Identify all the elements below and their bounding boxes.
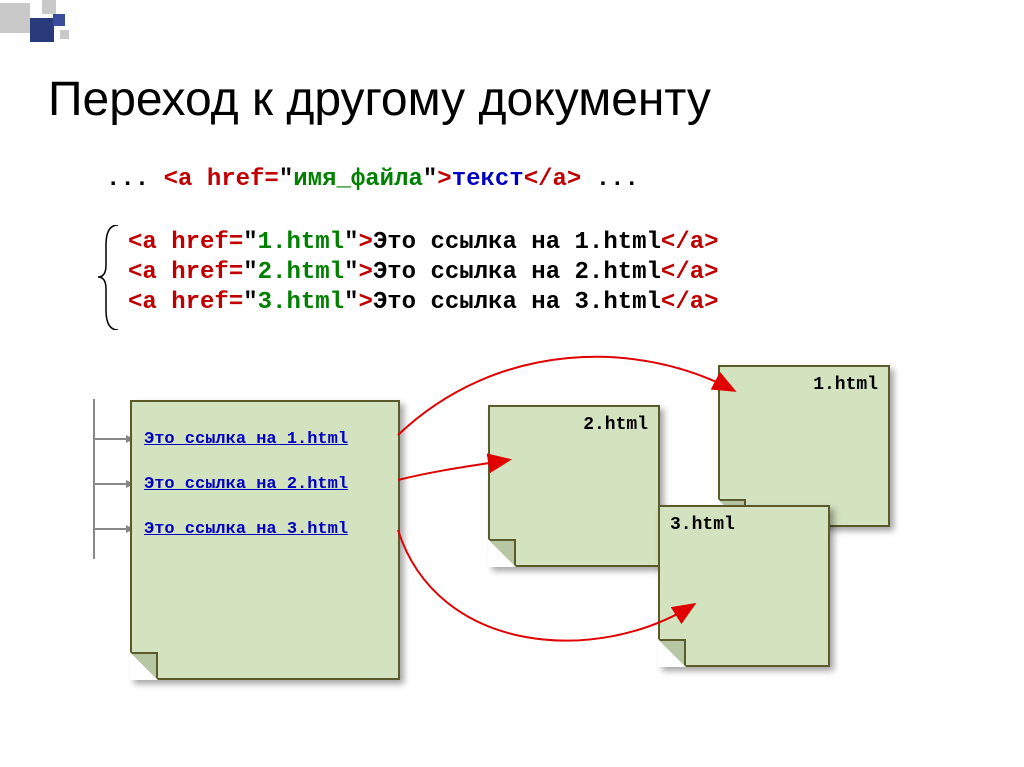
slide-title: Переход к другому документу <box>48 72 711 127</box>
target-document-1: 1.html <box>718 365 890 527</box>
code-line-1: <a href="1.html">Это ссылка на 1.html</a… <box>128 228 719 258</box>
diagram: Это ссылка на 1.html Это ссылка на 2.htm… <box>78 355 958 745</box>
code-line-2: <a href="2.html">Это ссылка на 2.html</a… <box>128 258 719 288</box>
code-examples: <a href="1.html">Это ссылка на 1.html</a… <box>128 228 719 318</box>
doc-label: 3.html <box>670 515 735 535</box>
target-document-3: 3.html <box>658 505 830 667</box>
doc-label: 2.html <box>583 415 648 435</box>
code-line-3: <a href="3.html">Это ссылка на 3.html</a… <box>128 288 719 318</box>
doc-label: 1.html <box>813 375 878 395</box>
source-document: Это ссылка на 1.html Это ссылка на 2.htm… <box>130 400 400 680</box>
connector-lines-icon <box>90 399 135 599</box>
corner-decoration <box>0 0 180 48</box>
brace-icon <box>98 225 122 330</box>
doc-link-1[interactable]: Это ссылка на 1.html <box>144 430 386 449</box>
doc-link-3[interactable]: Это ссылка на 3.html <box>144 520 386 539</box>
target-document-2: 2.html <box>488 405 660 567</box>
code-template: ... <a href="имя_файла">текст</a> ... <box>106 165 639 195</box>
doc-link-2[interactable]: Это ссылка на 2.html <box>144 475 386 494</box>
